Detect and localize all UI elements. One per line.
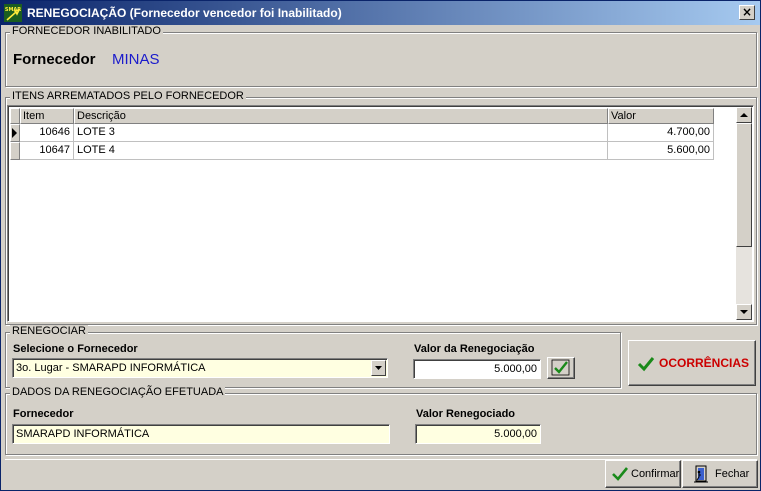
confirm-value-button[interactable] (547, 357, 575, 379)
check-icon (551, 359, 570, 376)
cell-descricao: LOTE 3 (74, 124, 608, 142)
fornecedor-inabilitado-value: MINAS (112, 51, 160, 68)
row-indicator (10, 142, 20, 160)
app-logo-icon: SMAR (4, 4, 22, 22)
row-pointer-icon (12, 128, 17, 138)
close-icon: × (741, 5, 753, 19)
dados-renegociacao-legend: DADOS DA RENEGOCIAÇÃO EFETUADA (10, 386, 226, 398)
confirmar-button[interactable]: Confirmar (605, 460, 681, 488)
selecione-fornecedor-label: Selecione o Fornecedor (13, 343, 138, 355)
exit-door-icon (694, 465, 708, 483)
window-title: RENEGOCIAÇÃO (Fornecedor vencedor foi In… (27, 6, 342, 20)
renegociar-legend: RENEGOCIAR (10, 325, 88, 337)
arrow-down-icon (740, 310, 748, 314)
cell-valor: 5.600,00 (608, 142, 714, 160)
itens-grid[interactable]: Item Descrição Valor 10646 LOTE 3 4.700,… (7, 105, 754, 322)
valor-renegociacao-input[interactable]: 5.000,00 (413, 359, 541, 379)
close-button[interactable]: × (739, 5, 755, 20)
cell-descricao: LOTE 4 (74, 142, 608, 160)
scroll-thumb[interactable] (736, 123, 752, 247)
fornecedor-inabilitado-group: FORNECEDOR INABILITADO Fornecedor MINAS (5, 25, 757, 87)
ocorrencias-button[interactable]: OCORRÊNCIAS (628, 340, 756, 386)
column-header-descricao[interactable]: Descrição (74, 108, 608, 124)
arrow-up-icon (740, 113, 748, 117)
dados-fornecedor-field: SMARAPD INFORMÁTICA (12, 424, 390, 444)
cell-valor: 4.700,00 (608, 124, 714, 142)
grid-vertical-scrollbar[interactable] (736, 107, 752, 320)
scroll-down-button[interactable] (736, 304, 752, 320)
column-header-valor[interactable]: Valor (608, 108, 714, 124)
valor-renegociado-label: Valor Renegociado (416, 408, 516, 420)
fornecedor-select-value: 3o. Lugar - SMARAPD INFORMÁTICA (16, 362, 206, 374)
cell-item: 10647 (20, 142, 74, 160)
chevron-down-icon (375, 366, 382, 370)
title-bar[interactable]: SMAR RENEGOCIAÇÃO (Fornecedor vencedor f… (1, 1, 760, 25)
itens-legend: ITENS ARREMATADOS PELO FORNECEDOR (10, 90, 246, 102)
scroll-up-button[interactable] (736, 107, 752, 123)
dialog-window: SMAR RENEGOCIAÇÃO (Fornecedor vencedor f… (0, 0, 761, 491)
dropdown-button[interactable] (371, 360, 386, 376)
check-icon (637, 357, 655, 372)
cell-item: 10646 (20, 124, 74, 142)
dados-fornecedor-label: Fornecedor (13, 408, 74, 420)
confirmar-label: Confirmar (631, 468, 680, 480)
fechar-label: Fechar (715, 468, 750, 480)
row-indicator (10, 124, 20, 142)
fornecedor-inabilitado-legend: FORNECEDOR INABILITADO (10, 25, 163, 37)
valor-renegociado-field: 5.000,00 (415, 424, 541, 444)
column-header-item[interactable]: Item (20, 108, 74, 124)
ocorrencias-label: OCORRÊNCIAS (659, 356, 750, 370)
fornecedor-inabilitado-label: Fornecedor (13, 51, 96, 68)
fechar-button[interactable]: Fechar (682, 460, 758, 488)
valor-renegociacao-label: Valor da Renegociação (414, 343, 535, 355)
fornecedor-select[interactable]: 3o. Lugar - SMARAPD INFORMÁTICA (12, 358, 388, 378)
grid-header-indicator (10, 108, 20, 124)
check-icon (612, 467, 629, 481)
